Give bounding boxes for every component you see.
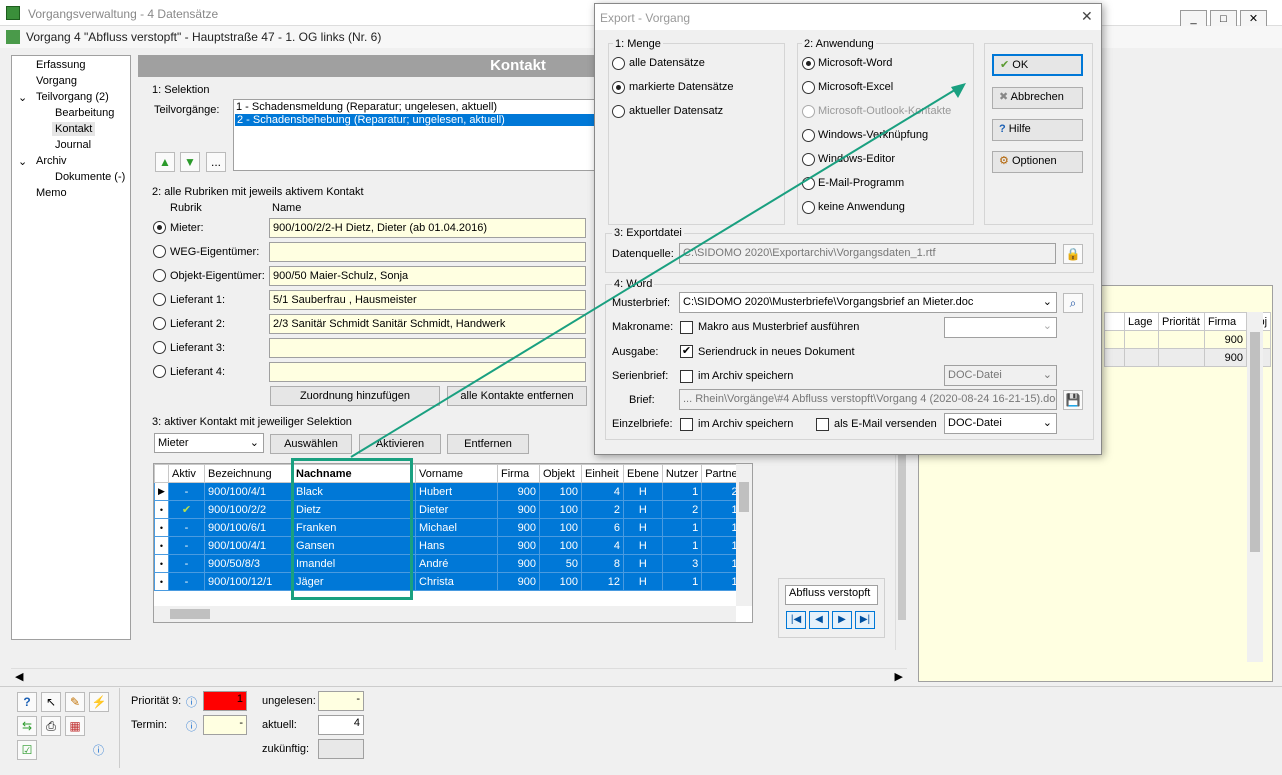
annotation-arrow xyxy=(350,83,966,458)
